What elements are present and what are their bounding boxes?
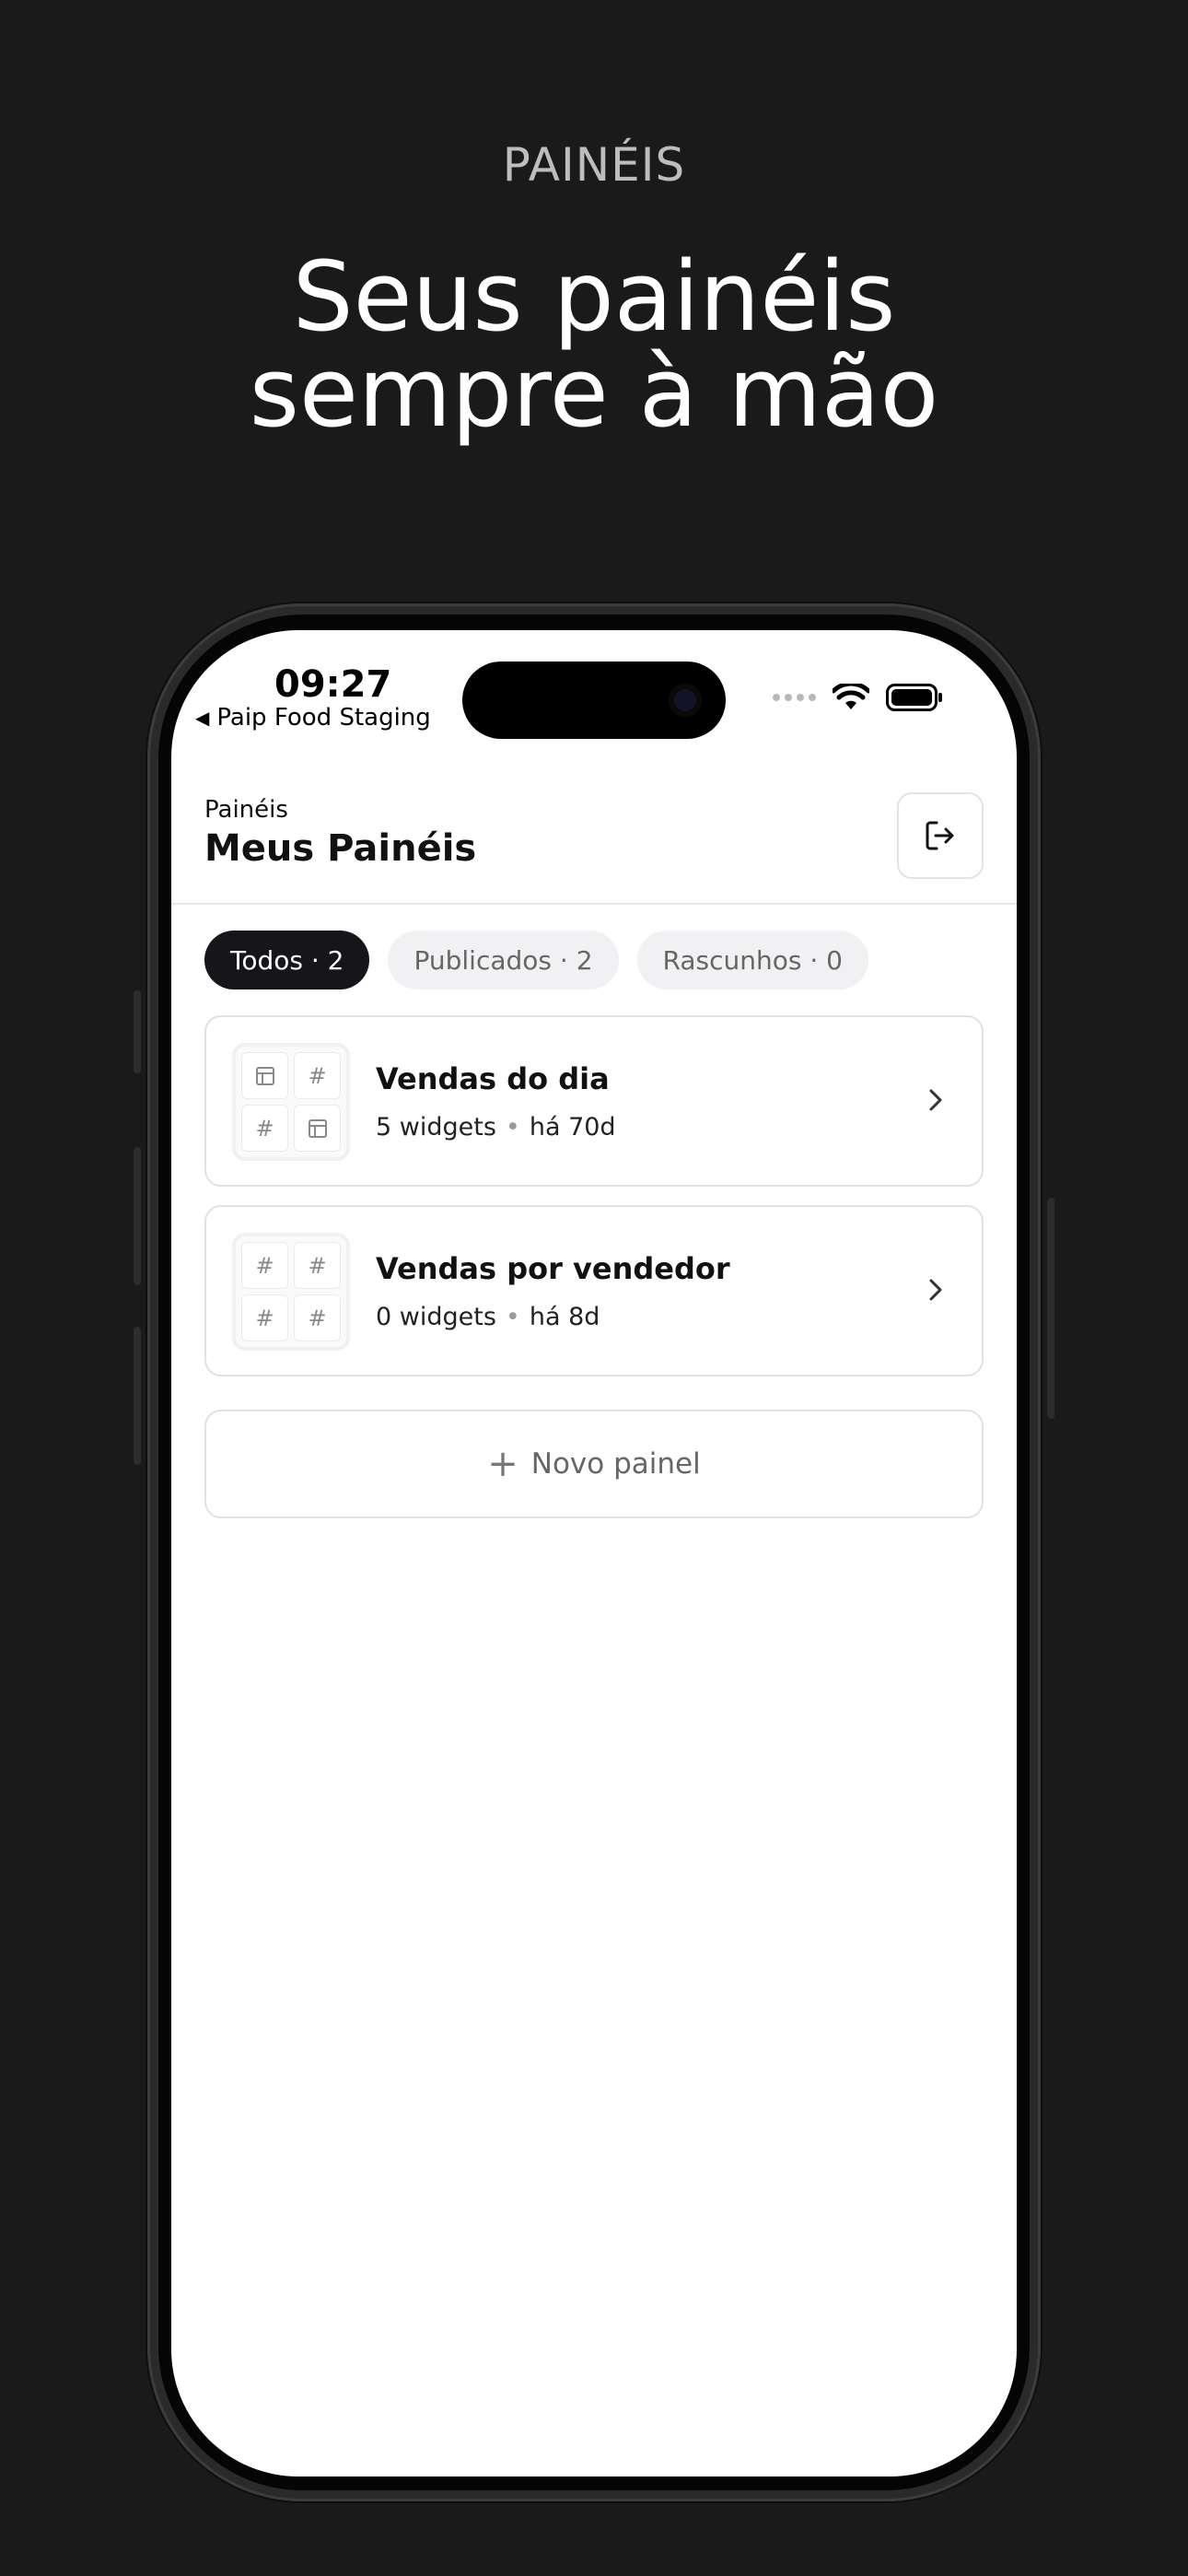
header-divider (171, 903, 1017, 905)
status-indicators (773, 684, 943, 711)
chevron-right-icon (929, 1279, 942, 1301)
widget-count: 5 widgets (376, 1113, 496, 1142)
dashboard-age: há 70d (529, 1113, 616, 1142)
phone-power-button (1047, 1198, 1054, 1419)
widget-count: 0 widgets (376, 1303, 496, 1331)
new-dashboard-button[interactable]: + Novo painel (204, 1410, 984, 1518)
logout-icon (926, 821, 954, 850)
status-back-link[interactable]: ◀ Paip Food Staging (195, 704, 431, 732)
back-triangle-icon: ◀ (195, 707, 210, 729)
battery-icon (886, 684, 942, 711)
hero-title-line-2: sempre à mão (249, 336, 939, 449)
table-icon (241, 1052, 288, 1099)
dashboard-meta: 0 widgets • há 8d (376, 1303, 600, 1331)
plus-icon: + (487, 1443, 518, 1485)
hash-icon: # (241, 1294, 288, 1341)
dashboard-thumbnail: # # # # (232, 1233, 350, 1351)
new-dashboard-label: Novo painel (530, 1447, 701, 1481)
phone-volume-up (134, 1147, 141, 1285)
signal-dots-icon (773, 694, 816, 701)
camera-icon (669, 684, 702, 717)
page-title: Meus Painéis (204, 827, 477, 870)
hash-icon: # (241, 1105, 288, 1152)
hash-icon: # (294, 1052, 341, 1099)
table-icon (294, 1105, 341, 1152)
dynamic-island (462, 662, 726, 739)
dashboard-age: há 8d (529, 1303, 600, 1331)
dashboard-card[interactable]: # # # # Vendas por vendedor 0 widgets • … (204, 1205, 984, 1376)
meta-separator: • (505, 1113, 520, 1142)
hero-title-line-1: Seus painéis (292, 240, 896, 353)
dashboard-title: Vendas por vendedor (376, 1251, 730, 1286)
dashboard-thumbnail: # # (232, 1043, 350, 1161)
logout-button[interactable] (897, 792, 984, 879)
dashboard-card[interactable]: # # Vendas do dia 5 widgets • há 70d (204, 1015, 984, 1187)
meta-separator: • (505, 1303, 520, 1331)
dashboard-meta: 5 widgets • há 70d (376, 1113, 616, 1142)
phone-silent-switch (134, 990, 141, 1073)
hash-icon: # (294, 1242, 341, 1289)
dashboard-title: Vendas do dia (376, 1061, 610, 1096)
filter-tabs: Todos · 2 Publicados · 2 Rascunhos · 0 (204, 931, 868, 989)
tab-publicados[interactable]: Publicados · 2 (388, 931, 619, 989)
wifi-icon (833, 684, 869, 709)
header-eyebrow: Painéis (204, 796, 288, 824)
chevron-right-icon (929, 1089, 942, 1111)
status-back-label: Paip Food Staging (216, 704, 431, 732)
hash-icon: # (241, 1242, 288, 1289)
tab-todos[interactable]: Todos · 2 (204, 931, 370, 989)
status-time: 09:27 (274, 663, 392, 706)
tab-rascunhos[interactable]: Rascunhos · 0 (636, 931, 868, 989)
hero-title: Seus painéis sempre à mão (0, 249, 1188, 440)
phone-screen: 09:27 ◀ Paip Food Staging Painéis Meus P… (171, 630, 1017, 2476)
hash-icon: # (294, 1294, 341, 1341)
phone-volume-down (134, 1327, 141, 1465)
hero-eyebrow: PAINÉIS (502, 138, 686, 192)
